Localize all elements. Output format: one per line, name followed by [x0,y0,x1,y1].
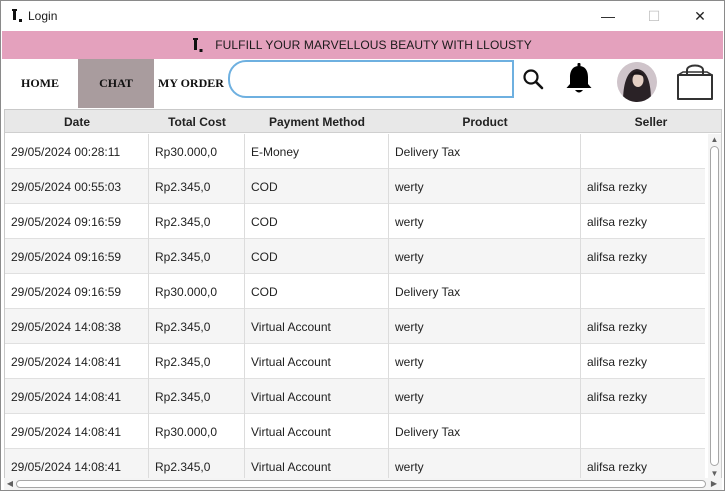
cell-product: Delivery Tax [389,274,581,309]
avatar[interactable] [617,62,657,102]
table-row[interactable]: 29/05/2024 14:08:41 Rp2.345,0 Virtual Ac… [5,449,705,479]
search-icon [523,69,544,90]
cell-seller: alifsa rezky [587,249,648,264]
scroll-right-arrow-icon[interactable]: ▶ [709,478,719,490]
promo-banner: FULFILL YOUR MARVELLOUS BEAUTY WITH LLOU… [2,31,723,59]
cell-total-cost: Rp30.000,0 [149,134,245,169]
cell-date: 29/05/2024 09:16:59 [5,274,149,309]
orders-table: Date Total Cost Payment Method Product S… [4,109,722,479]
cell-seller [581,274,705,309]
cell-product: werty [389,204,581,239]
cell-total-cost: Rp2.345,0 [149,379,245,414]
table-row[interactable]: 29/05/2024 09:16:59 Rp2.345,0 COD werty … [5,204,705,239]
cell-date: 29/05/2024 14:08:41 [5,379,149,414]
cell-date: 29/05/2024 09:16:59 [5,239,149,274]
table-row[interactable]: 29/05/2024 14:08:38 Rp2.345,0 Virtual Ac… [5,309,705,344]
cell-date: 29/05/2024 00:55:03 [5,169,149,204]
table-row[interactable]: 29/05/2024 00:55:03 Rp2.345,0 COD werty … [5,169,705,204]
cell-seller [581,414,705,449]
horizontal-scroll-thumb[interactable] [16,480,706,488]
cell-total-cost: Rp2.345,0 [149,309,245,344]
cell-seller: alifsa rezky [587,389,648,404]
cell-payment-method: Virtual Account [245,414,389,449]
cell-total-cost: Rp2.345,0 [149,169,245,204]
cell-seller [581,134,705,169]
cell-product: werty [389,239,581,274]
vertical-scroll-thumb[interactable] [710,146,719,466]
cell-date: 29/05/2024 14:08:41 [5,344,149,379]
bell-icon[interactable] [564,63,594,95]
cell-date: 29/05/2024 14:08:41 [5,449,149,479]
table-row[interactable]: 29/05/2024 00:28:11 Rp30.000,0 E-Money D… [5,134,705,169]
cell-payment-method: COD [245,169,389,204]
table-row[interactable]: 29/05/2024 14:08:41 Rp30.000,0 Virtual A… [5,414,705,449]
nav-chat[interactable]: CHAT [78,59,154,108]
search-button[interactable] [514,60,552,98]
column-header-payment-method[interactable]: Payment Method [245,110,389,133]
cell-product: Delivery Tax [389,414,581,449]
cell-date: 29/05/2024 09:16:59 [5,204,149,239]
cell-payment-method: Virtual Account [245,309,389,344]
scroll-left-arrow-icon[interactable]: ◀ [5,478,15,490]
cell-payment-method: Virtual Account [245,449,389,479]
cell-product: werty [389,449,581,479]
cell-seller: alifsa rezky [587,214,648,229]
nav-home[interactable]: HOME [2,59,78,108]
cell-payment-method: Virtual Account [245,379,389,414]
cell-seller: alifsa rezky [587,354,648,369]
title-bar: Login — ☐ ✕ [1,1,724,31]
cell-payment-method: COD [245,239,389,274]
table-header: Date Total Cost Payment Method Product S… [5,110,721,133]
cell-total-cost: Rp2.345,0 [149,239,245,274]
cell-payment-method: COD [245,204,389,239]
cell-total-cost: Rp2.345,0 [149,449,245,479]
cell-payment-method: Virtual Account [245,344,389,379]
table-row[interactable]: 29/05/2024 09:16:59 Rp2.345,0 COD werty … [5,239,705,274]
nav-my-order[interactable]: MY ORDER [154,59,228,108]
cell-payment-method: COD [245,274,389,309]
scroll-up-arrow-icon[interactable]: ▲ [708,134,721,145]
column-header-product[interactable]: Product [389,110,581,133]
column-header-total-cost[interactable]: Total Cost [149,110,245,133]
table-row[interactable]: 29/05/2024 09:16:59 Rp30.000,0 COD Deliv… [5,274,705,309]
cell-payment-method: E-Money [245,134,389,169]
app-window: Login — ☐ ✕ FULFILL YOUR MARVELLOUS BEAU… [0,0,725,491]
horizontal-scrollbar[interactable]: ◀ ▶ [4,478,722,490]
minimize-button[interactable]: — [585,1,631,31]
column-header-date[interactable]: Date [5,110,149,133]
shopping-bag-icon[interactable] [674,61,716,101]
vertical-scrollbar[interactable]: ▲ ▼ [708,134,721,479]
cell-total-cost: Rp30.000,0 [149,274,245,309]
cell-date: 29/05/2024 14:08:38 [5,309,149,344]
table-row[interactable]: 29/05/2024 14:08:41 Rp2.345,0 Virtual Ac… [5,344,705,379]
column-header-seller[interactable]: Seller [581,110,721,133]
cell-seller: alifsa rezky [587,459,648,474]
brand-logo-icon [193,38,203,52]
nav-bar: HOME CHAT MY ORDER [2,59,723,108]
banner-text: FULFILL YOUR MARVELLOUS BEAUTY WITH LLOU… [215,38,532,52]
maximize-button[interactable]: ☐ [631,1,677,31]
table-row[interactable]: 29/05/2024 14:08:41 Rp2.345,0 Virtual Ac… [5,379,705,414]
app-logo-icon [12,9,22,22]
cell-product: werty [389,169,581,204]
search-input[interactable] [228,60,514,98]
cell-total-cost: Rp30.000,0 [149,414,245,449]
cell-product: werty [389,379,581,414]
cell-product: werty [389,344,581,379]
cell-product: Delivery Tax [389,134,581,169]
cell-product: werty [389,309,581,344]
close-button[interactable]: ✕ [677,1,723,31]
table-body: 29/05/2024 00:28:11 Rp30.000,0 E-Money D… [5,134,705,479]
window-title: Login [28,9,58,23]
cell-date: 29/05/2024 00:28:11 [5,134,149,169]
cell-date: 29/05/2024 14:08:41 [5,414,149,449]
cell-seller: alifsa rezky [587,179,648,194]
profile-photo [617,62,657,102]
cell-seller: alifsa rezky [587,319,648,334]
cell-total-cost: Rp2.345,0 [149,204,245,239]
cell-total-cost: Rp2.345,0 [149,344,245,379]
